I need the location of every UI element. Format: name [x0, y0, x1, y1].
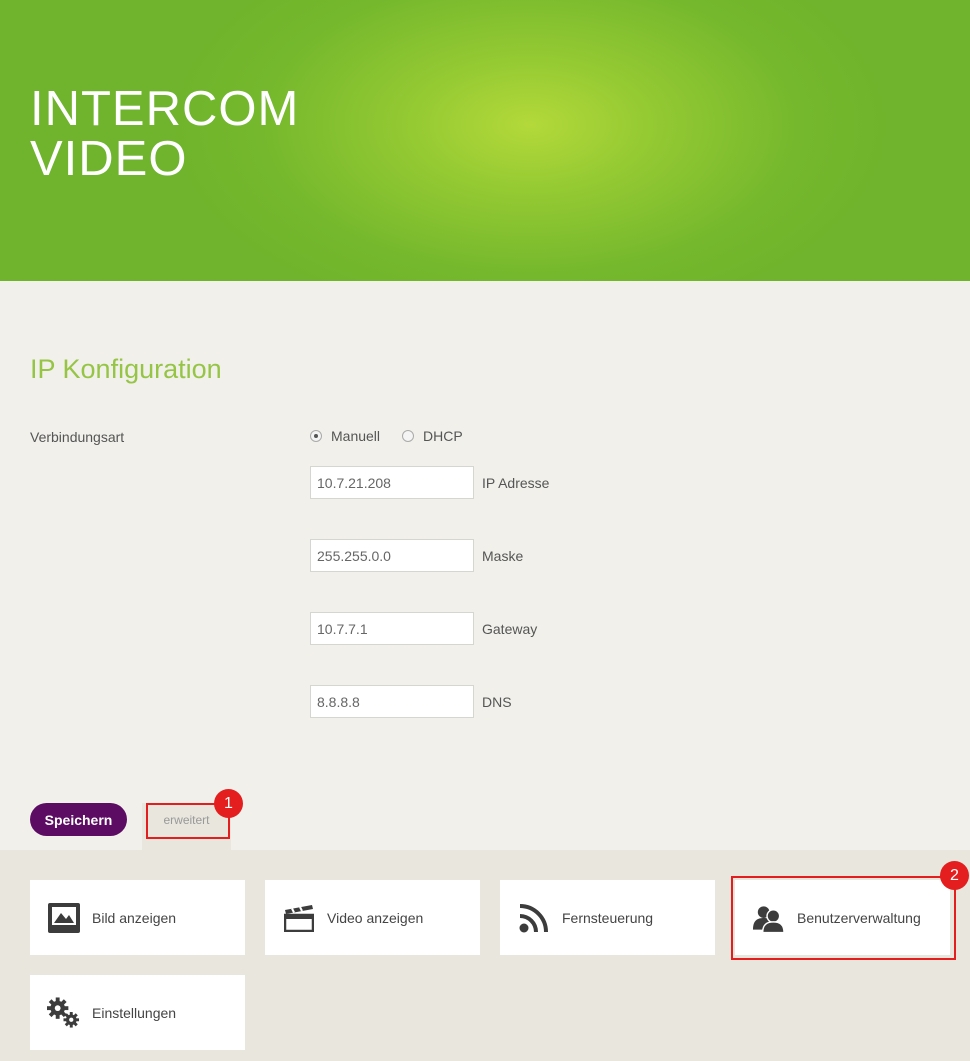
section-title: IP Konfiguration [30, 354, 222, 384]
tile-show-image-label: Bild anzeigen [92, 909, 177, 926]
gears-icon [47, 996, 80, 1029]
radio-manual-label: Manuell [331, 428, 381, 444]
tile-settings[interactable]: Einstellungen [30, 975, 245, 1050]
annotation-badge-2: 2 [940, 861, 969, 890]
rss-icon [517, 901, 550, 934]
tile-remote-control[interactable]: Fernsteuerung [500, 880, 715, 955]
mask-input[interactable] [310, 539, 474, 572]
tile-remote-control-label: Fernsteuerung [562, 909, 654, 926]
connection-type-label: Verbindungsart [30, 429, 125, 445]
app-title-line1: INTERCOM [30, 82, 300, 136]
annotation-badge-1: 1 [214, 789, 243, 818]
mask-row: Maske [310, 539, 523, 572]
dns-label: DNS [482, 693, 512, 710]
save-button[interactable]: Speichern [30, 803, 127, 836]
ip-address-label: IP Adresse [482, 474, 550, 491]
tile-show-video[interactable]: Video anzeigen [265, 880, 480, 955]
tile-show-video-label: Video anzeigen [327, 909, 424, 926]
gateway-row: Gateway [310, 612, 537, 645]
gateway-label: Gateway [482, 620, 538, 637]
video-icon [282, 901, 315, 934]
dns-input[interactable] [310, 685, 474, 718]
users-icon [752, 901, 785, 934]
ip-address-row: IP Adresse [310, 466, 549, 499]
radio-manual-circle[interactable] [310, 430, 322, 442]
dns-row: DNS [310, 685, 512, 718]
ip-address-input[interactable] [310, 466, 474, 499]
connection-type-radio-group: Manuell DHCP [310, 428, 485, 444]
app-title-line2: VIDEO [30, 132, 188, 186]
radio-dhcp-circle[interactable] [402, 430, 415, 442]
radio-dhcp-label: DHCP [423, 428, 463, 444]
mask-label: Maske [482, 547, 524, 564]
tile-user-management-label: Benutzerverwaltung [797, 909, 921, 926]
radio-manual[interactable]: Manuell [310, 428, 380, 444]
tile-user-management[interactable]: Benutzerverwaltung [735, 880, 950, 955]
app-title: INTERCOM VIDEO [30, 84, 299, 184]
gateway-input[interactable] [310, 612, 474, 645]
tile-settings-label: Einstellungen [92, 1004, 177, 1021]
image-icon [47, 901, 80, 934]
advanced-tab-label: erweitert [163, 813, 210, 827]
tile-show-image[interactable]: Bild anzeigen [30, 880, 245, 955]
header-banner: INTERCOM VIDEO [0, 0, 970, 281]
radio-dhcp[interactable]: DHCP [402, 428, 463, 444]
